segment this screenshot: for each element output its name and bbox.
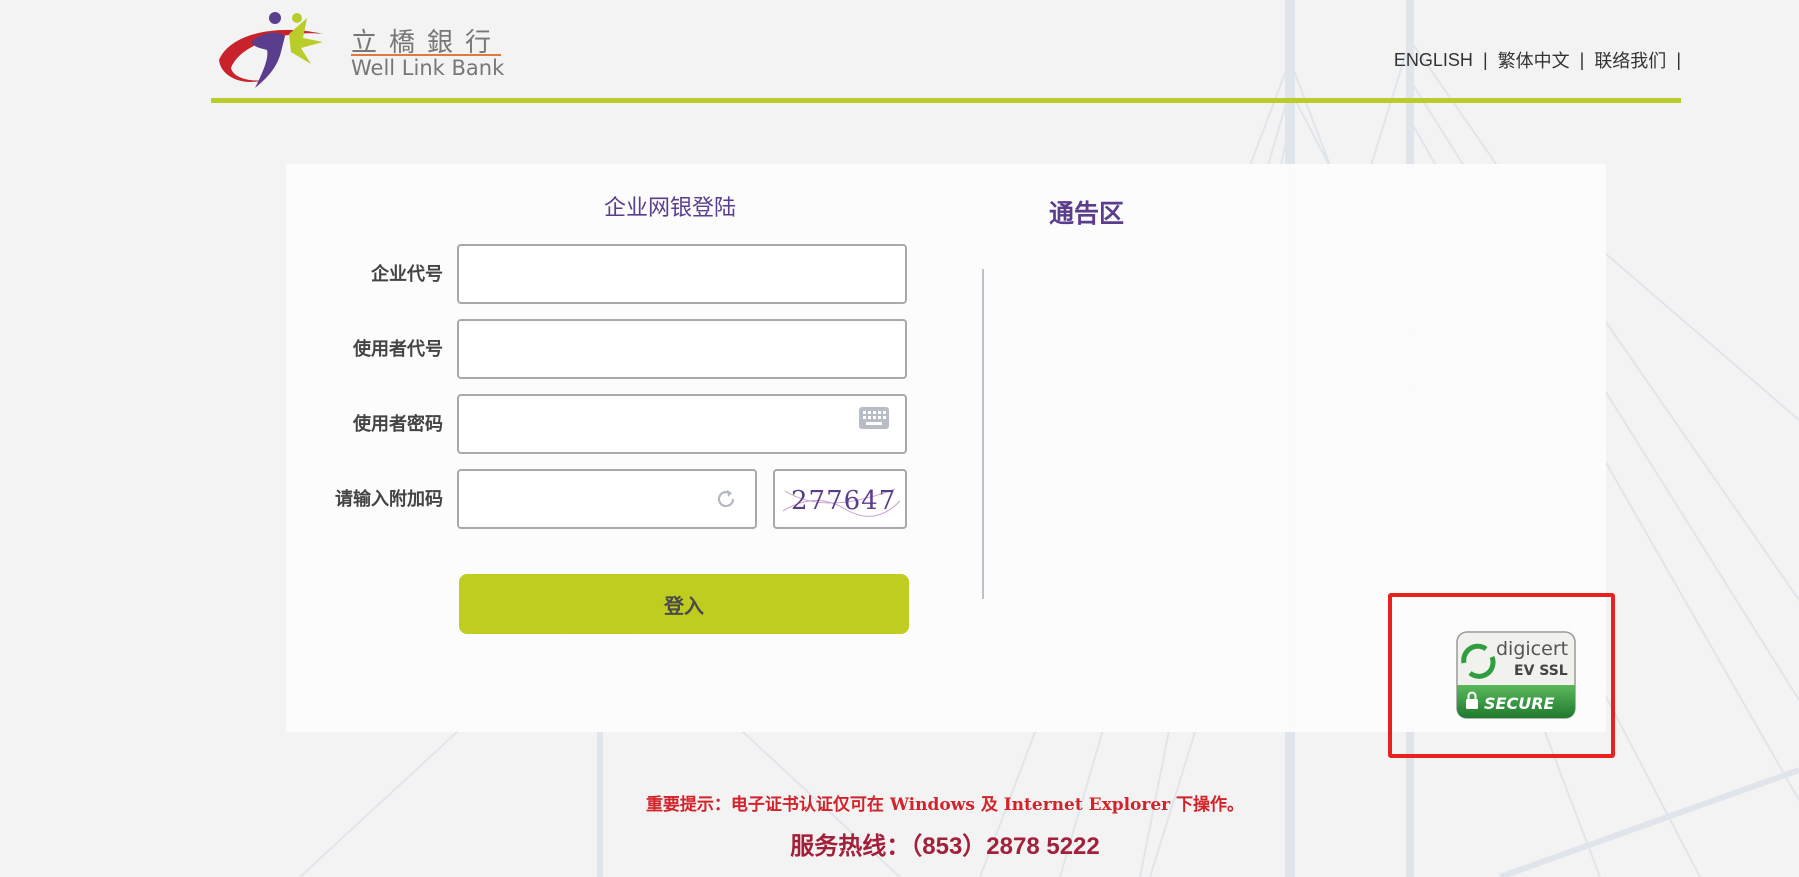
captcha-input[interactable] xyxy=(457,469,757,529)
bank-logo[interactable]: 立橋銀行 Well Link Bank xyxy=(211,12,511,92)
company-id-input[interactable] xyxy=(457,244,907,304)
password-input[interactable] xyxy=(457,394,907,454)
refresh-icon[interactable] xyxy=(714,487,738,511)
ssl-badge-brand: digicert xyxy=(1496,638,1568,660)
logo-mark-icon xyxy=(219,12,323,88)
captcha-graphic: 277647 xyxy=(782,486,901,517)
notice-title: 通告区 xyxy=(1049,200,1125,228)
ssl-badge-status: SECURE xyxy=(1484,694,1555,713)
user-id-row: 使用者代号 xyxy=(286,319,907,379)
logo-name-en: Well Link Bank xyxy=(351,56,505,80)
top-nav: ENGLISH | 繁体中文 | 联络我们 | xyxy=(1394,47,1681,73)
keyboard-icon[interactable] xyxy=(858,406,890,430)
nav-separator: | xyxy=(1676,49,1681,70)
nav-english-link[interactable]: ENGLISH xyxy=(1394,50,1473,71)
header-divider xyxy=(211,98,1681,103)
header: 立橋銀行 Well Link Bank ENGLISH | 繁体中文 | 联络我… xyxy=(211,0,1681,105)
login-button[interactable]: 登入 xyxy=(459,574,909,634)
user-id-label: 使用者代号 xyxy=(353,339,443,359)
company-id-label: 企业代号 xyxy=(371,264,443,284)
digicert-ssl-badge[interactable]: digicert EV SSL SECURE xyxy=(1456,631,1576,719)
footer-hotline: 服务热线：（853）2878 5222 xyxy=(790,833,1100,860)
password-row: 使用者密码 xyxy=(286,394,907,454)
captcha-image[interactable]: 277647 xyxy=(773,469,907,529)
nav-contact-link[interactable]: 联络我们 xyxy=(1594,47,1666,73)
login-title: 企业网银登陆 xyxy=(603,196,736,221)
nav-separator: | xyxy=(1482,49,1488,70)
ssl-highlight-frame: digicert EV SSL SECURE xyxy=(1388,593,1615,758)
footer-notice: 重要提示：电子证书认证仅可在 Windows 及 Internet Explor… xyxy=(645,795,1245,815)
nav-separator: | xyxy=(1579,49,1585,70)
ssl-badge-type: EV SSL xyxy=(1514,663,1568,679)
captcha-row: 请输入附加码 277647 xyxy=(286,469,907,529)
panel-divider xyxy=(982,269,984,599)
user-id-input[interactable] xyxy=(457,319,907,379)
captcha-label: 请输入附加码 xyxy=(335,489,443,509)
company-id-row: 企业代号 xyxy=(286,244,907,304)
nav-traditional-chinese-link[interactable]: 繁体中文 xyxy=(1498,47,1570,73)
captcha-text: 277647 xyxy=(791,486,896,516)
password-label: 使用者密码 xyxy=(353,414,443,434)
